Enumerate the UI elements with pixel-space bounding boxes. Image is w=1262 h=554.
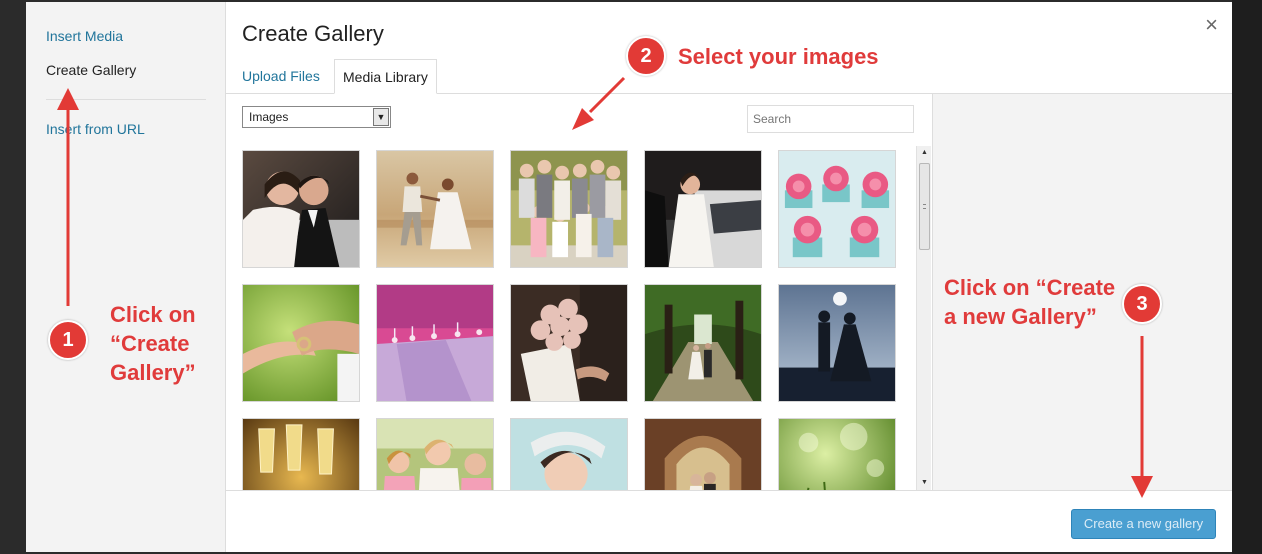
step-badge-1: 1: [48, 320, 88, 360]
thumbnail-purple-reception-tables[interactable]: [376, 284, 494, 402]
scroll-down-icon[interactable]: ▼: [917, 476, 932, 490]
scroll-up-icon[interactable]: ▲: [917, 146, 932, 160]
chevron-down-icon[interactable]: ▼: [373, 108, 389, 126]
attachments-grid: [242, 150, 918, 490]
grip-icon: [923, 204, 926, 209]
menu-item-create-gallery[interactable]: Create Gallery: [46, 62, 136, 78]
step3-line: Click on “Create: [944, 275, 1116, 300]
media-type-filter[interactable]: Images ▼: [242, 106, 391, 128]
thumbnail-bridesmaids-smiling[interactable]: [376, 418, 494, 490]
search-input[interactable]: [747, 105, 914, 133]
media-menu: Insert Media Create Gallery Insert from …: [26, 2, 226, 552]
menu-separator: [46, 99, 206, 100]
thumbnail-champagne-glasses[interactable]: [242, 418, 360, 490]
thumbnail-pink-rose-cupcakes[interactable]: [778, 150, 896, 268]
media-toolbar-footer: Create a new gallery: [226, 490, 1232, 552]
thumbnail-wedding-family-portrait[interactable]: [510, 150, 628, 268]
close-icon[interactable]: ×: [1205, 14, 1218, 36]
step-badge-2: 2: [626, 36, 666, 76]
scrollbar-thumb[interactable]: [919, 163, 930, 250]
step3-line: a new Gallery”: [944, 304, 1097, 329]
grid-scrollbar[interactable]: ▲ ▼: [916, 146, 931, 490]
thumbnail-couple-running-beach[interactable]: [376, 150, 494, 268]
thumbnail-couple-archway[interactable]: [644, 418, 762, 490]
tab-upload-files[interactable]: Upload Files: [234, 59, 328, 94]
thumbnail-bride-groom-car[interactable]: [242, 150, 360, 268]
tab-media-library[interactable]: Media Library: [334, 59, 437, 94]
backdrop-edge: [1232, 0, 1262, 554]
attachments-toolbar: Images ▼: [226, 94, 932, 142]
thumbnail-green-bokeh-grass[interactable]: [778, 418, 896, 490]
step2-callout: Select your images: [678, 44, 879, 69]
step1-callout: Click on “Create Gallery”: [110, 300, 196, 387]
thumbnail-couple-tree-path[interactable]: [644, 284, 762, 402]
menu-item-insert-media[interactable]: Insert Media: [46, 28, 123, 44]
thumbnail-bride-veil[interactable]: [510, 418, 628, 490]
thumbnail-ring-hands[interactable]: [242, 284, 360, 402]
thumbnail-bride-limousine[interactable]: [644, 150, 762, 268]
step-badge-3: 3: [1122, 284, 1162, 324]
filter-value: Images: [249, 110, 289, 124]
step1-line: Click on: [110, 302, 196, 327]
create-new-gallery-button[interactable]: Create a new gallery: [1071, 509, 1216, 539]
thumbnail-couple-silhouette-moon[interactable]: [778, 284, 896, 402]
step1-line: “Create: [110, 331, 190, 356]
thumbnail-bridal-bouquet-hands[interactable]: [510, 284, 628, 402]
step1-line: Gallery”: [110, 360, 196, 385]
page-title: Create Gallery: [242, 21, 384, 46]
screenshot-stage: Insert Media Create Gallery Insert from …: [0, 0, 1262, 554]
step3-callout: Click on “Create a new Gallery”: [944, 273, 1115, 331]
menu-item-insert-from-url[interactable]: Insert from URL: [46, 121, 145, 137]
